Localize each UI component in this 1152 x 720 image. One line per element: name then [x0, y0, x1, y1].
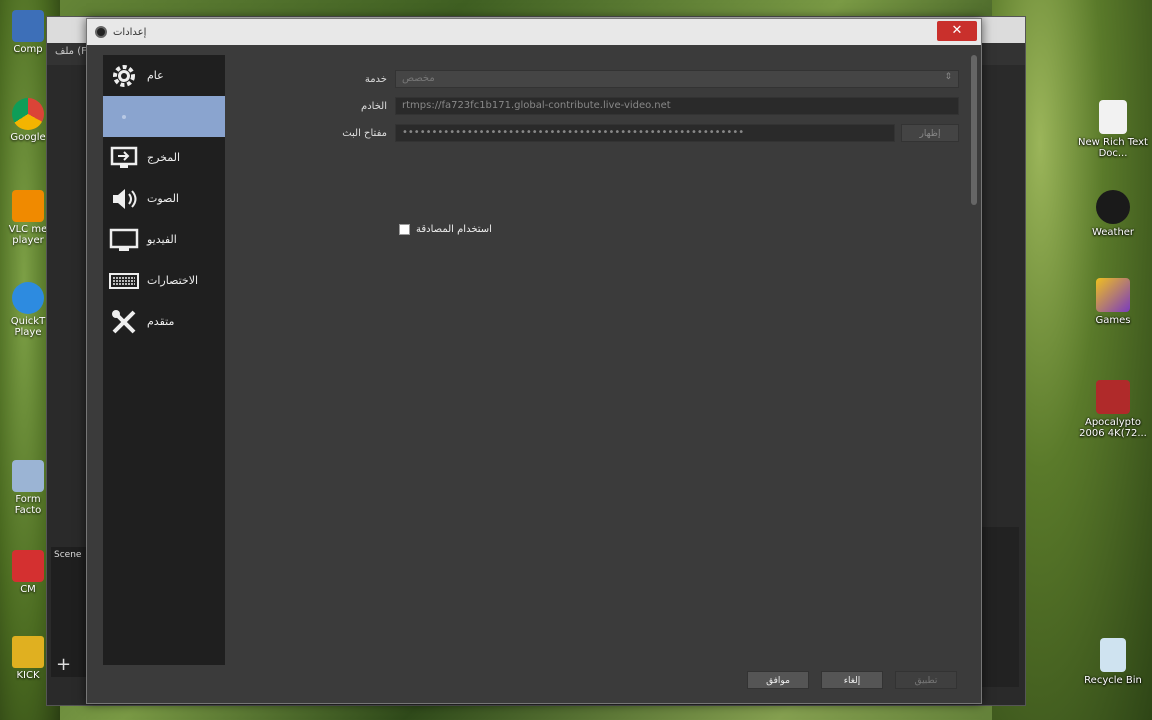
use-auth-checkbox[interactable] [399, 224, 410, 235]
cancel-button[interactable]: إلغاء [821, 671, 883, 689]
stream-key-row: مفتاح البث •••••••••••••••••••••••••••••… [339, 121, 959, 145]
service-label: خدمة [364, 73, 387, 85]
settings-sidebar: عام المخرج الصوت الفيديو الاختصارات متقد… [103, 55, 225, 665]
server-label: الخادم [361, 100, 387, 112]
desktop-icon-games[interactable]: Games [1078, 278, 1148, 326]
sidebar-item-stream[interactable] [103, 96, 225, 137]
scrollbar[interactable] [971, 55, 977, 205]
settings-titlebar: إعدادات [87, 19, 981, 45]
desktop-icon-chrome[interactable]: Google [4, 98, 52, 143]
chevron-updown-icon: ⇕ [944, 72, 952, 82]
sidebar-item-general[interactable]: عام [103, 55, 225, 96]
output-icon [110, 146, 138, 168]
sidebar-item-video[interactable]: الفيديو [103, 219, 225, 260]
add-scene-icon[interactable]: + [56, 654, 71, 675]
settings-title: إعدادات [113, 26, 147, 38]
sidebar-item-label: عام [147, 69, 164, 82]
stream-settings-form: خدمة مخصص ⇕ الخادم rtmps://fa723fc1b171.… [339, 67, 959, 148]
stream-key-label: مفتاح البث [342, 127, 387, 139]
obs-right-panel [979, 527, 1019, 687]
sidebar-item-hotkeys[interactable]: الاختصارات [103, 260, 225, 301]
server-input[interactable]: rtmps://fa723fc1b171.global-contribute.l… [395, 97, 959, 115]
desktop-icon-weather[interactable]: Weather [1078, 190, 1148, 238]
sidebar-item-label: متقدم [147, 315, 175, 328]
close-button[interactable]: ✕ [937, 21, 977, 41]
desktop-icon-computer[interactable]: Comp [4, 10, 52, 55]
sidebar-item-label: المخرج [147, 151, 181, 164]
sidebar-item-audio[interactable]: الصوت [103, 178, 225, 219]
desktop-icon-kick[interactable]: KICK [4, 636, 52, 681]
keyboard-icon [109, 272, 139, 289]
speaker-icon [113, 188, 137, 209]
service-select[interactable]: مخصص ⇕ [395, 70, 959, 88]
desktop-icon-recycle-bin[interactable]: Recycle Bin [1078, 638, 1148, 686]
dialog-footer: موافق إلغاء تطبيق [747, 671, 957, 689]
tools-icon [112, 309, 136, 333]
stream-key-input[interactable]: ••••••••••••••••••••••••••••••••••••••••… [395, 124, 895, 142]
ok-button[interactable]: موافق [747, 671, 809, 689]
desktop-icon-format-factory[interactable]: Form Facto [4, 460, 52, 516]
monitor-icon [109, 228, 139, 251]
sidebar-item-label: الفيديو [147, 233, 177, 246]
desktop-icon-cm[interactable]: CM [4, 550, 52, 595]
desktop-icon-quicktime[interactable]: QuickT Playe [4, 282, 52, 338]
apply-button[interactable]: تطبيق [895, 671, 957, 689]
show-key-button[interactable]: إظهار [901, 124, 959, 142]
stream-icon [122, 114, 126, 119]
sidebar-item-label: الصوت [147, 192, 179, 205]
desktop-icon-apocalypto[interactable]: Apocalypto 2006 4K(72... [1078, 380, 1148, 439]
settings-dialog: إعدادات ✕ عام المخرج الصوت الفيديو الاخت… [86, 18, 982, 704]
sidebar-item-advanced[interactable]: متقدم [103, 301, 225, 342]
scenes-panel-title: Scene [54, 550, 82, 560]
obs-logo-icon [95, 26, 107, 38]
desktop-icon-new-rich-text[interactable]: New Rich Text Doc... [1078, 100, 1148, 159]
sidebar-item-label: الاختصارات [147, 274, 199, 287]
sidebar-item-output[interactable]: المخرج [103, 137, 225, 178]
desktop-icon-vlc[interactable]: VLC me player [4, 190, 52, 246]
gear-icon [113, 64, 135, 87]
server-row: الخادم rtmps://fa723fc1b171.global-contr… [339, 94, 959, 118]
service-row: خدمة مخصص ⇕ [339, 67, 959, 91]
use-auth-row: استخدام المصادقة [399, 224, 492, 235]
use-auth-label: استخدام المصادقة [416, 224, 492, 235]
